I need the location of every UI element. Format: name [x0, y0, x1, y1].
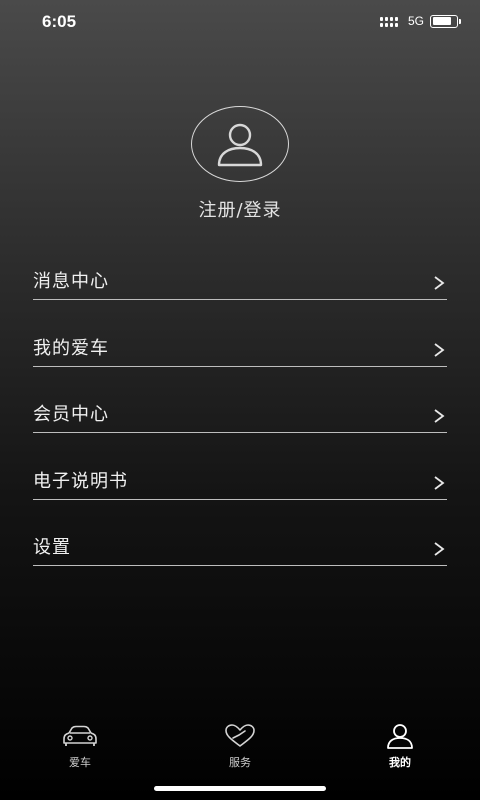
car-icon: [63, 725, 97, 746]
menu-item-messages[interactable]: 消息中心: [33, 268, 447, 300]
menu-item-label: 会员中心: [33, 404, 109, 425]
login-register-link[interactable]: 注册/登录: [198, 196, 281, 222]
menu-item-label: 电子说明书: [33, 470, 128, 492]
chevron-right-icon: [434, 409, 445, 423]
chevron-right-icon: [434, 342, 445, 357]
menu-item-label: 设置: [33, 537, 71, 558]
menu-item-manual[interactable]: 电子说明书: [33, 433, 447, 500]
menu-item-membership[interactable]: 会员中心: [33, 367, 447, 433]
profile-section: 注册/登录: [0, 106, 480, 222]
menu-list: 消息中心 我的爱车 会员中心 电子说明书 设置: [33, 268, 447, 566]
home-indicator[interactable]: [154, 786, 326, 791]
tab-car[interactable]: 爱车: [0, 722, 160, 774]
chevron-right-icon: [434, 542, 445, 556]
menu-item-settings[interactable]: 设置: [33, 500, 447, 566]
status-bar: 6:05 5G: [0, 0, 480, 44]
status-time: 6:05: [42, 12, 77, 31]
user-icon: [387, 724, 413, 749]
signal-icon: [379, 15, 402, 27]
status-indicators: 5G: [379, 14, 461, 28]
tab-label: 我的: [389, 756, 411, 769]
avatar[interactable]: [191, 106, 289, 182]
tab-bar: 爱车 服务 我的: [0, 722, 480, 774]
heart-service-icon: [225, 724, 255, 747]
menu-item-label: 我的爱车: [33, 337, 109, 359]
network-type: 5G: [407, 14, 424, 28]
tab-service[interactable]: 服务: [160, 722, 320, 774]
menu-item-label: 消息中心: [33, 271, 109, 292]
chevron-right-icon: [434, 475, 445, 490]
chevron-right-icon: [434, 276, 445, 290]
battery-icon: [430, 14, 461, 28]
menu-item-my-car[interactable]: 我的爱车: [33, 300, 447, 367]
battery-level: [432, 17, 451, 25]
user-icon: [217, 123, 263, 167]
tab-label: 服务: [229, 756, 251, 769]
tab-label: 爱车: [69, 756, 91, 769]
tab-mine[interactable]: 我的: [320, 722, 480, 774]
